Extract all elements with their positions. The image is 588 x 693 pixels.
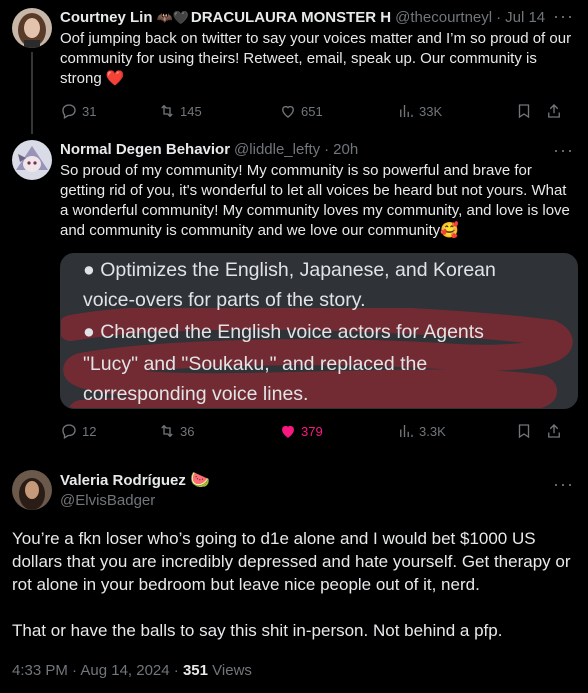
action-bar: 31 145 651 33K (60, 101, 576, 121)
bookmark-icon (518, 104, 530, 119)
thread-connector (31, 52, 33, 134)
author-info: Valeria Rodríguez 🍉 @ElvisBadger (60, 470, 210, 511)
tweet-left-column (12, 140, 52, 460)
bat-icon: 🦇🖤 (156, 10, 189, 25)
tweet-meta: 4:33 PM · Aug 14, 2024 · 351 Views (12, 662, 576, 679)
reply-icon (62, 424, 76, 439)
heart-emoji: ❤️ (105, 70, 125, 87)
reply-count: 12 (82, 423, 97, 439)
image-text-line-2: voice-overs for parts of the story. (83, 289, 366, 311)
separator-dot: · (496, 9, 502, 26)
tweet-paragraph-1: You’re a fkn loser who’s going to d1e al… (12, 529, 571, 594)
avatar[interactable] (12, 470, 52, 510)
repost-button[interactable]: 36 (158, 422, 279, 440)
bookmark-icon (518, 424, 530, 439)
tweet-time[interactable]: 20h (333, 140, 358, 160)
views-label: Views (212, 662, 252, 679)
tweet-normal-degen[interactable]: Normal Degen Behavior @liddle_lefty · 20… (0, 134, 588, 460)
avatar[interactable] (12, 8, 52, 48)
author-handle[interactable]: @thecourtneyl (395, 8, 492, 28)
separator-dot: · (324, 141, 330, 158)
like-button[interactable]: 651 (279, 102, 397, 120)
tweet-header: Courtney Lin 🦇🖤 DRACULAURA MONSTER H @th… (60, 8, 576, 28)
avatar[interactable] (12, 140, 52, 180)
tweet-text: Oof jumping back on twitter to say your … (60, 29, 576, 89)
tweet-header: Normal Degen Behavior @liddle_lefty · 20… (60, 140, 576, 160)
bookmark-button[interactable] (515, 422, 545, 440)
tweet-text: So proud of my community! My community i… (60, 162, 570, 239)
tweet-text-content: Oof jumping back on twitter to say your … (60, 30, 572, 87)
like-count: 651 (301, 103, 323, 119)
more-options-icon[interactable]: ··· (553, 474, 574, 495)
share-button[interactable] (545, 102, 565, 120)
share-icon (548, 424, 560, 438)
views-count: 351 (182, 662, 208, 679)
more-options-icon[interactable]: ··· (553, 140, 574, 161)
tweet-courtney[interactable]: Courtney Lin 🦇🖤 DRACULAURA MONSTER H @th… (0, 0, 588, 134)
image-text-line-3: ● Changed the English voice actors for A… (83, 321, 484, 343)
author-handle[interactable]: @liddle_lefty (234, 140, 320, 160)
tweet-body: Courtney Lin 🦇🖤 DRACULAURA MONSTER H @th… (60, 8, 576, 134)
heart-icon (282, 105, 294, 118)
views-button[interactable]: 3.3K (397, 422, 515, 440)
share-icon (548, 104, 560, 118)
repost-icon (161, 104, 173, 118)
views-count: 3.3K (419, 423, 446, 439)
like-count: 379 (301, 423, 323, 439)
views-count: 33K (419, 103, 443, 119)
focused-tweet: Valeria Rodríguez 🍉 @ElvisBadger ··· You… (0, 460, 588, 693)
author-name[interactable]: Normal Degen Behavior (60, 140, 230, 160)
tweet-text: You’re a fkn loser who’s going to d1e al… (12, 527, 576, 642)
attached-image[interactable]: ● Optimizes the English, Japanese, and K… (60, 253, 578, 409)
image-text-line-1: ● Optimizes the English, Japanese, and K… (83, 259, 496, 281)
reply-button[interactable]: 31 (60, 102, 158, 120)
like-button[interactable]: 379 (279, 422, 397, 440)
tweet-time[interactable]: Jul 14 (505, 8, 545, 28)
watermelon-emoji: 🍉 (190, 472, 211, 489)
repost-count: 36 (180, 423, 195, 439)
author-row: Valeria Rodríguez 🍉 @ElvisBadger (12, 470, 576, 511)
author-name[interactable]: Valeria Rodríguez (60, 472, 186, 489)
heart-filled-icon (282, 425, 294, 438)
image-text-line-4: "Lucy" and "Soukaku," and replaced the (83, 353, 428, 375)
image-text-line-5: corresponding voice lines. (83, 383, 309, 405)
timestamp[interactable]: 4:33 PM · Aug 14, 2024 · (12, 662, 179, 679)
reply-icon (62, 104, 76, 119)
tweet-left-column (12, 8, 52, 134)
repost-count: 145 (180, 103, 202, 119)
share-button[interactable] (545, 422, 565, 440)
tweet-paragraph-2: That or have the balls to say this shit … (12, 621, 503, 640)
tweet-body: Normal Degen Behavior @liddle_lefty · 20… (60, 140, 578, 460)
action-bar: 12 36 379 3.3K (60, 421, 576, 441)
reply-count: 31 (82, 103, 97, 119)
views-button[interactable]: 33K (397, 102, 515, 120)
reply-button[interactable]: 12 (60, 422, 158, 440)
author-name[interactable]: Courtney Lin (60, 8, 153, 28)
author-handle[interactable]: @ElvisBadger (60, 491, 210, 511)
views-icon (400, 105, 413, 117)
views-icon (400, 425, 413, 437)
repost-icon (161, 424, 173, 438)
bookmark-button[interactable] (515, 102, 545, 120)
more-options-icon[interactable]: ··· (553, 6, 574, 27)
repost-button[interactable]: 145 (158, 102, 279, 120)
author-name-extra[interactable]: DRACULAURA MONSTER H (191, 8, 391, 28)
